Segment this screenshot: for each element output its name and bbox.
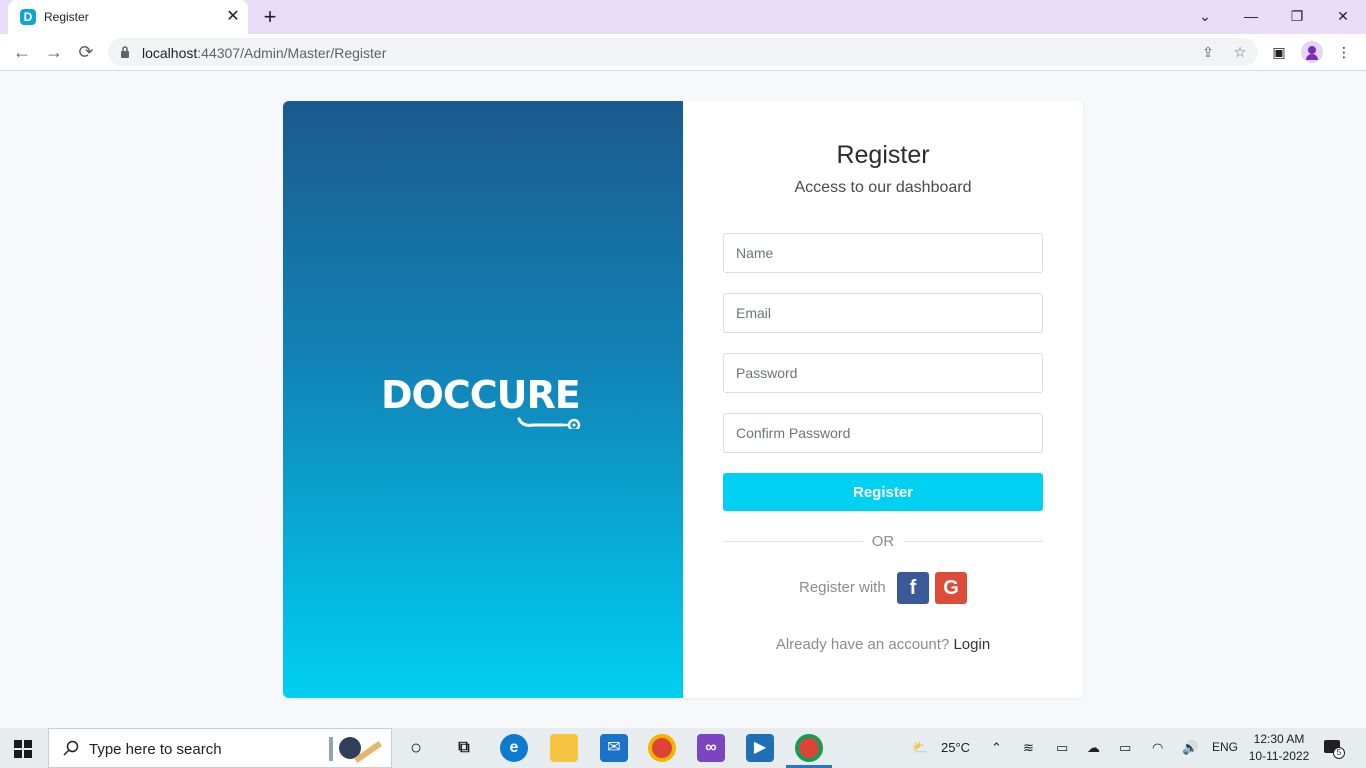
mail-icon[interactable]: ✉ [600, 734, 628, 762]
language-indicator[interactable]: ENG [1212, 740, 1238, 754]
address-bar[interactable]: localhost:44307/Admin/Master/Register ⇪ … [108, 38, 1258, 66]
forward-arrow-icon[interactable]: → [41, 40, 67, 64]
side-panel-icon[interactable]: ▣ [1268, 41, 1290, 63]
edge-icon[interactable]: e [500, 734, 528, 762]
doccure-favicon-icon: D [20, 9, 36, 25]
login-link[interactable]: Login [953, 636, 990, 653]
register-form-panel: Register Access to our dashboard Registe… [683, 101, 1083, 698]
system-clock[interactable]: 12:30 AM 10-11-2022 [1244, 731, 1314, 765]
notification-count-badge: 5 [1333, 747, 1345, 759]
minimize-button[interactable]: — [1239, 6, 1263, 26]
profile-avatar[interactable] [1301, 41, 1323, 63]
clock-time: 12:30 AM [1253, 732, 1305, 746]
doccure-logo: DOCCURE [381, 369, 591, 429]
email-field[interactable] [723, 293, 1043, 333]
cricket-news-icon[interactable] [325, 735, 385, 764]
or-divider-text: OR [871, 533, 895, 550]
url-text: localhost:44307/Admin/Master/Register [142, 45, 387, 61]
meet-now-icon[interactable]: ▭ [1056, 740, 1068, 756]
name-field[interactable] [723, 233, 1043, 273]
confirm-password-field[interactable] [723, 413, 1043, 453]
clock-date: 10-11-2022 [1248, 749, 1310, 763]
windows-start-icon[interactable] [14, 740, 32, 758]
social-register-label: Register with [799, 579, 886, 596]
share-icon[interactable]: ⇪ [1198, 42, 1218, 62]
browser-tab[interactable]: D Register ✕ [8, 0, 248, 34]
google-icon[interactable]: G [935, 572, 967, 604]
notification-center-icon[interactable]: 5 [1324, 738, 1345, 759]
show-hidden-icons-chevron-icon[interactable]: ⌃ [991, 740, 1002, 756]
tab-search-chevron-icon[interactable]: ⌄ [1193, 6, 1217, 26]
facebook-icon[interactable]: f [897, 572, 929, 604]
media-app-icon[interactable]: ▶ [746, 734, 774, 762]
bookmark-star-icon[interactable]: ☆ [1230, 42, 1250, 62]
close-window-button[interactable]: ✕ [1331, 6, 1355, 26]
taskbar-search-box[interactable]: Type here to search [48, 728, 392, 768]
have-account-text: Already have an account? [775, 636, 950, 653]
windows-taskbar: Type here to search ○ ⧉ e ✉ ∞ ▶ ⛅ 25°C ⌃… [0, 728, 1366, 768]
browser-tab-strip: D Register ✕ + ⌄ — ❐ ✕ [0, 0, 1366, 34]
cortana-circle-icon[interactable]: ○ [402, 734, 430, 762]
tab-close-icon[interactable]: ✕ [224, 8, 242, 26]
wifi-icon[interactable]: ◠ [1152, 740, 1163, 756]
volume-icon[interactable]: 🔊 [1182, 740, 1198, 756]
register-button[interactable]: Register [723, 473, 1043, 511]
new-tab-button[interactable]: + [258, 5, 282, 29]
reload-icon[interactable]: ⟳ [73, 40, 99, 64]
onedrive-cloud-icon[interactable]: ☁ [1087, 740, 1100, 756]
restore-button[interactable]: ❐ [1285, 6, 1309, 26]
back-arrow-icon[interactable]: ← [9, 40, 35, 64]
battery-icon[interactable]: ▭ [1119, 740, 1131, 756]
page-subtitle: Access to our dashboard [794, 179, 972, 196]
chrome-icon[interactable] [648, 734, 676, 762]
weather-icon[interactable]: ⛅ [912, 740, 928, 756]
browser-toolbar: ← → ⟳ localhost:44307/Admin/Master/Regis… [0, 34, 1366, 71]
weather-temp[interactable]: 25°C [941, 740, 970, 755]
stethoscope-icon [517, 417, 581, 429]
password-field[interactable] [723, 353, 1043, 393]
lock-icon [121, 46, 129, 58]
search-icon [63, 740, 79, 756]
network-activity-icon[interactable]: ≋ [1023, 740, 1034, 756]
more-menu-icon[interactable]: ⋮ [1333, 41, 1355, 63]
divider-left [723, 541, 863, 542]
divider-right [903, 541, 1043, 542]
page-title: Register [836, 141, 930, 169]
register-card: DOCCURE Register Access to our dashboard… [283, 101, 1083, 698]
search-placeholder: Type here to search [89, 741, 222, 758]
file-explorer-icon[interactable] [550, 734, 578, 762]
tab-title: Register [44, 10, 89, 24]
brand-panel: DOCCURE [283, 101, 683, 698]
task-view-icon[interactable]: ⧉ [450, 734, 478, 762]
visual-studio-icon[interactable]: ∞ [697, 734, 725, 762]
login-prompt: Already have an account? Login [683, 636, 1083, 653]
chrome-profile-icon[interactable] [795, 734, 823, 762]
